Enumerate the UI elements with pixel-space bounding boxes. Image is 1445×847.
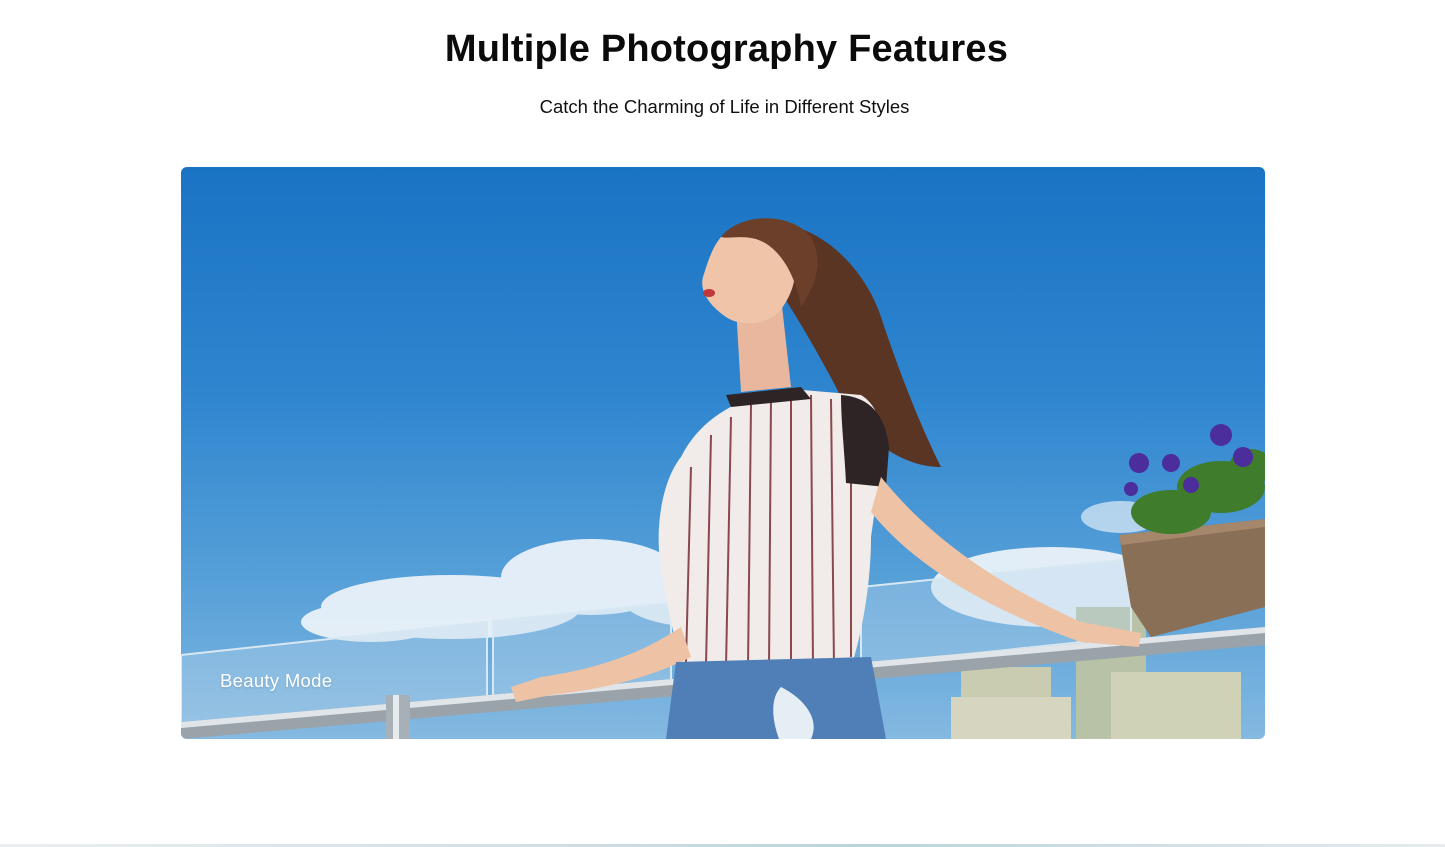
feature-section: Multiple Photography Features Catch the … <box>0 0 1445 847</box>
hero-photo-illustration <box>181 218 1265 739</box>
hero-photo: Beauty Mode <box>181 167 1265 739</box>
section-title: Multiple Photography Features <box>444 28 1009 70</box>
mode-label: Beauty Mode <box>220 670 333 691</box>
section-subtitle: Catch the Charming of Life in Different … <box>539 96 910 117</box>
